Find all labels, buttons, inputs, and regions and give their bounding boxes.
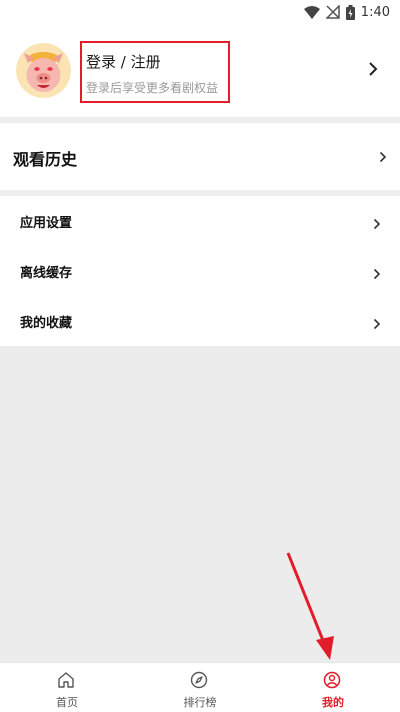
menu-item-favorites[interactable]: 我的收藏 bbox=[0, 296, 400, 346]
status-bar: 1:40 bbox=[0, 0, 400, 24]
chevron-right-icon[interactable] bbox=[368, 61, 378, 77]
chevron-right-icon bbox=[379, 151, 387, 163]
profile-header[interactable]: 登录 / 注册 登录后享受更多看剧权益 bbox=[0, 24, 400, 117]
chevron-right-icon bbox=[373, 218, 381, 230]
tab-ranking[interactable]: 排行榜 bbox=[133, 663, 267, 712]
login-register-link[interactable]: 登录 / 注册 登录后享受更多看剧权益 bbox=[80, 41, 230, 103]
tab-label: 首页 bbox=[56, 696, 78, 709]
menu-item-app-settings[interactable]: 应用设置 bbox=[0, 196, 400, 246]
tab-label: 我的 bbox=[322, 696, 344, 709]
wifi-icon bbox=[303, 5, 320, 19]
annotation-arrow-icon bbox=[286, 552, 334, 660]
tab-home[interactable]: 首页 bbox=[0, 663, 134, 712]
menu-item-offline-cache[interactable]: 离线缓存 bbox=[0, 246, 400, 296]
menu-item-label: 离线缓存 bbox=[20, 266, 73, 281]
chevron-right-icon bbox=[373, 318, 381, 330]
no-signal-icon bbox=[325, 5, 340, 19]
battery-icon bbox=[345, 4, 355, 20]
menu-item-label: 我的收藏 bbox=[20, 316, 73, 331]
tab-label: 排行榜 bbox=[183, 696, 217, 709]
tab-mine[interactable]: 我的 bbox=[266, 663, 400, 712]
login-subtitle: 登录后享受更多看剧权益 bbox=[86, 81, 219, 95]
avatar[interactable] bbox=[16, 43, 71, 98]
user-icon bbox=[323, 671, 341, 689]
status-time: 1:40 bbox=[360, 4, 390, 20]
home-icon bbox=[58, 672, 74, 688]
chevron-right-icon bbox=[373, 268, 381, 280]
settings-menu: 应用设置 离线缓存 我的收藏 bbox=[0, 196, 400, 346]
cartoon-pig-avatar-icon bbox=[16, 43, 71, 98]
compass-icon bbox=[190, 671, 208, 689]
bottom-tab-bar: 首页 排行榜 我的 bbox=[0, 662, 400, 712]
login-title: 登录 / 注册 bbox=[86, 53, 161, 71]
watch-history-label: 观看历史 bbox=[13, 150, 78, 169]
menu-item-label: 应用设置 bbox=[20, 216, 73, 231]
watch-history-row[interactable]: 观看历史 bbox=[0, 123, 400, 190]
